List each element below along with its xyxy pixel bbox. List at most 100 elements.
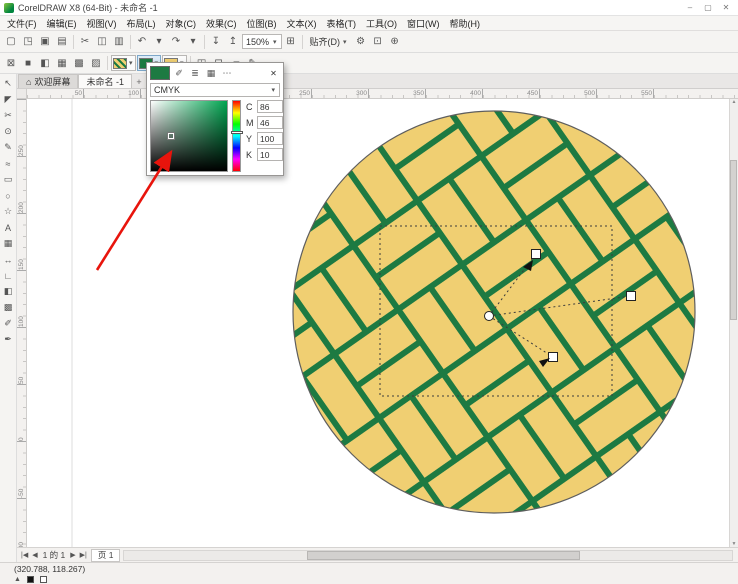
eyedropper-icon[interactable]: ✐ (172, 66, 186, 80)
bitmap-pattern-fill-icon[interactable]: ▩ (71, 55, 87, 71)
crop-tool[interactable]: ✂ (1, 108, 16, 123)
snap-to-dropdown[interactable]: 贴齐(D) ▾ (306, 34, 352, 50)
hue-marker[interactable] (231, 131, 243, 134)
prev-page-button[interactable]: ◀ (30, 551, 39, 559)
fill-center-handle[interactable] (485, 312, 494, 321)
application-launcher-icon[interactable]: ⊡ (370, 34, 386, 50)
first-page-button[interactable]: |◀ (19, 551, 30, 559)
vertical-scrollbar[interactable]: ▲ ▼ (729, 99, 738, 547)
fill-status-swatch (27, 576, 34, 583)
color-palette-icon[interactable]: ▦ (204, 66, 218, 80)
horizontal-ruler[interactable]: 50100150200250300350400450500550 (27, 89, 738, 98)
channel-label: M (246, 118, 254, 128)
menu-item[interactable]: 对象(C) (161, 16, 202, 31)
chevron-down-icon: ▾ (270, 86, 276, 94)
undo-dropdown-icon[interactable]: ▾ (151, 34, 167, 50)
channel-value-input[interactable]: 46 (257, 116, 283, 129)
menu-item[interactable]: 编辑(E) (42, 16, 82, 31)
fill-rotate-handle[interactable] (532, 250, 541, 259)
minimize-button[interactable]: – (682, 3, 698, 12)
open-icon[interactable]: ◳ (20, 34, 36, 50)
close-button[interactable]: ✕ (718, 3, 734, 12)
menu-item[interactable]: 帮助(H) (445, 16, 486, 31)
menu-item[interactable]: 窗口(W) (402, 16, 445, 31)
fill-skew-handle[interactable] (549, 353, 558, 362)
maximize-button[interactable]: ▢ (700, 3, 716, 12)
import-icon[interactable]: ↧ (208, 34, 224, 50)
redo-dropdown-icon[interactable]: ▾ (185, 34, 201, 50)
polygon-tool[interactable]: ☆ (1, 204, 16, 219)
mesh-fill-tool[interactable]: ▩ (1, 300, 16, 315)
shape-tool[interactable]: ◤ (1, 92, 16, 107)
last-page-button[interactable]: ▶| (78, 551, 89, 559)
fill-scale-handle[interactable] (627, 292, 636, 301)
vector-pattern-fill-icon[interactable]: ▦ (54, 55, 70, 71)
tab-document[interactable]: 未命名 -1 (78, 74, 132, 88)
app-icon (4, 3, 14, 13)
cut-icon[interactable]: ✂ (77, 34, 93, 50)
channel-label: C (246, 102, 254, 112)
undo-button[interactable]: ↶ (134, 34, 150, 50)
add-plugin-icon[interactable]: ⊕ (387, 34, 403, 50)
ruler-origin[interactable] (17, 89, 27, 98)
menu-item[interactable]: 文本(X) (282, 16, 322, 31)
h-scroll-thumb[interactable] (307, 551, 580, 560)
table-tool[interactable]: ▦ (1, 236, 16, 251)
close-icon[interactable]: ✕ (267, 67, 280, 80)
color-sliders-icon[interactable]: ≣ (188, 66, 202, 80)
hue-slider[interactable] (232, 100, 241, 172)
print-icon[interactable]: ▤ (54, 34, 70, 50)
menu-item[interactable]: 位图(B) (242, 16, 282, 31)
connector-tool[interactable]: ∟ (1, 268, 16, 283)
zoom-tool[interactable]: ⊙ (1, 124, 16, 139)
redo-button[interactable]: ↷ (168, 34, 184, 50)
menu-item[interactable]: 文件(F) (2, 16, 42, 31)
new-tab-button[interactable]: + (132, 75, 146, 88)
next-page-button[interactable]: ▶ (68, 551, 77, 559)
text-tool[interactable]: A (1, 220, 16, 235)
export-icon[interactable]: ↥ (225, 34, 241, 50)
v-scroll-thumb[interactable] (730, 160, 737, 320)
color-marker[interactable] (168, 133, 174, 139)
no-fill-icon[interactable]: ⊠ (3, 55, 19, 71)
menu-item[interactable]: 表格(T) (322, 16, 362, 31)
dimension-tool[interactable]: ↔ (1, 252, 16, 267)
paste-icon[interactable]: ▥ (111, 34, 127, 50)
menu-item[interactable]: 布局(L) (122, 16, 161, 31)
uniform-fill-icon[interactable]: ■ (20, 55, 36, 71)
pattern-filled-circle[interactable] (293, 111, 695, 513)
tab-welcome[interactable]: ⌂ 欢迎屏幕 (18, 74, 78, 88)
ellipse-tool[interactable]: ○ (1, 188, 16, 203)
page-tab[interactable]: 页 1 (91, 549, 121, 562)
rectangle-tool[interactable]: ▭ (1, 172, 16, 187)
fountain-fill-icon[interactable]: ◧ (37, 55, 53, 71)
pattern-preview-dropdown[interactable]: ▾ (111, 55, 136, 71)
launch-icon[interactable]: ⊞ (283, 34, 299, 50)
outline-pen-tool[interactable]: ✒ (1, 332, 16, 347)
menu-item[interactable]: 效果(C) (201, 16, 242, 31)
copy-icon[interactable]: ◫ (94, 34, 110, 50)
channel-value-input[interactable]: 10 (257, 148, 283, 161)
pick-tool[interactable]: ↖ (1, 76, 16, 91)
interactive-fill-tool[interactable]: ◧ (1, 284, 16, 299)
two-color-pattern-fill-icon[interactable]: ▨ (88, 55, 104, 71)
vertical-ruler[interactable]: 250200150100500-50-100 (17, 99, 27, 547)
artistic-media-tool[interactable]: ≈ (1, 156, 16, 171)
saturation-value-field[interactable] (150, 100, 228, 172)
color-model-select[interactable]: CMYK ▾ (150, 83, 280, 97)
property-bar: ⊠■◧▦▩▨ ▾ ▾ ▾ ◫⊟▱✎ (0, 53, 738, 74)
channel-label: K (246, 150, 254, 160)
more-options-button[interactable]: ⋯ (220, 66, 234, 80)
new-document-icon[interactable]: ▢ (3, 34, 19, 50)
menu-item[interactable]: 视图(V) (82, 16, 122, 31)
menu-item[interactable]: 工具(O) (361, 16, 402, 31)
horizontal-scrollbar[interactable] (123, 550, 733, 561)
drawing-canvas[interactable] (27, 99, 729, 547)
freehand-tool[interactable]: ✎ (1, 140, 16, 155)
eyedropper-tool[interactable]: ✐ (1, 316, 16, 331)
channel-value-input[interactable]: 100 (257, 132, 283, 145)
zoom-level-combo[interactable]: 150% ▾ (242, 34, 282, 49)
save-icon[interactable]: ▣ (37, 34, 53, 50)
channel-value-input[interactable]: 86 (257, 100, 283, 113)
options-gear-icon[interactable]: ⚙ (353, 34, 369, 50)
